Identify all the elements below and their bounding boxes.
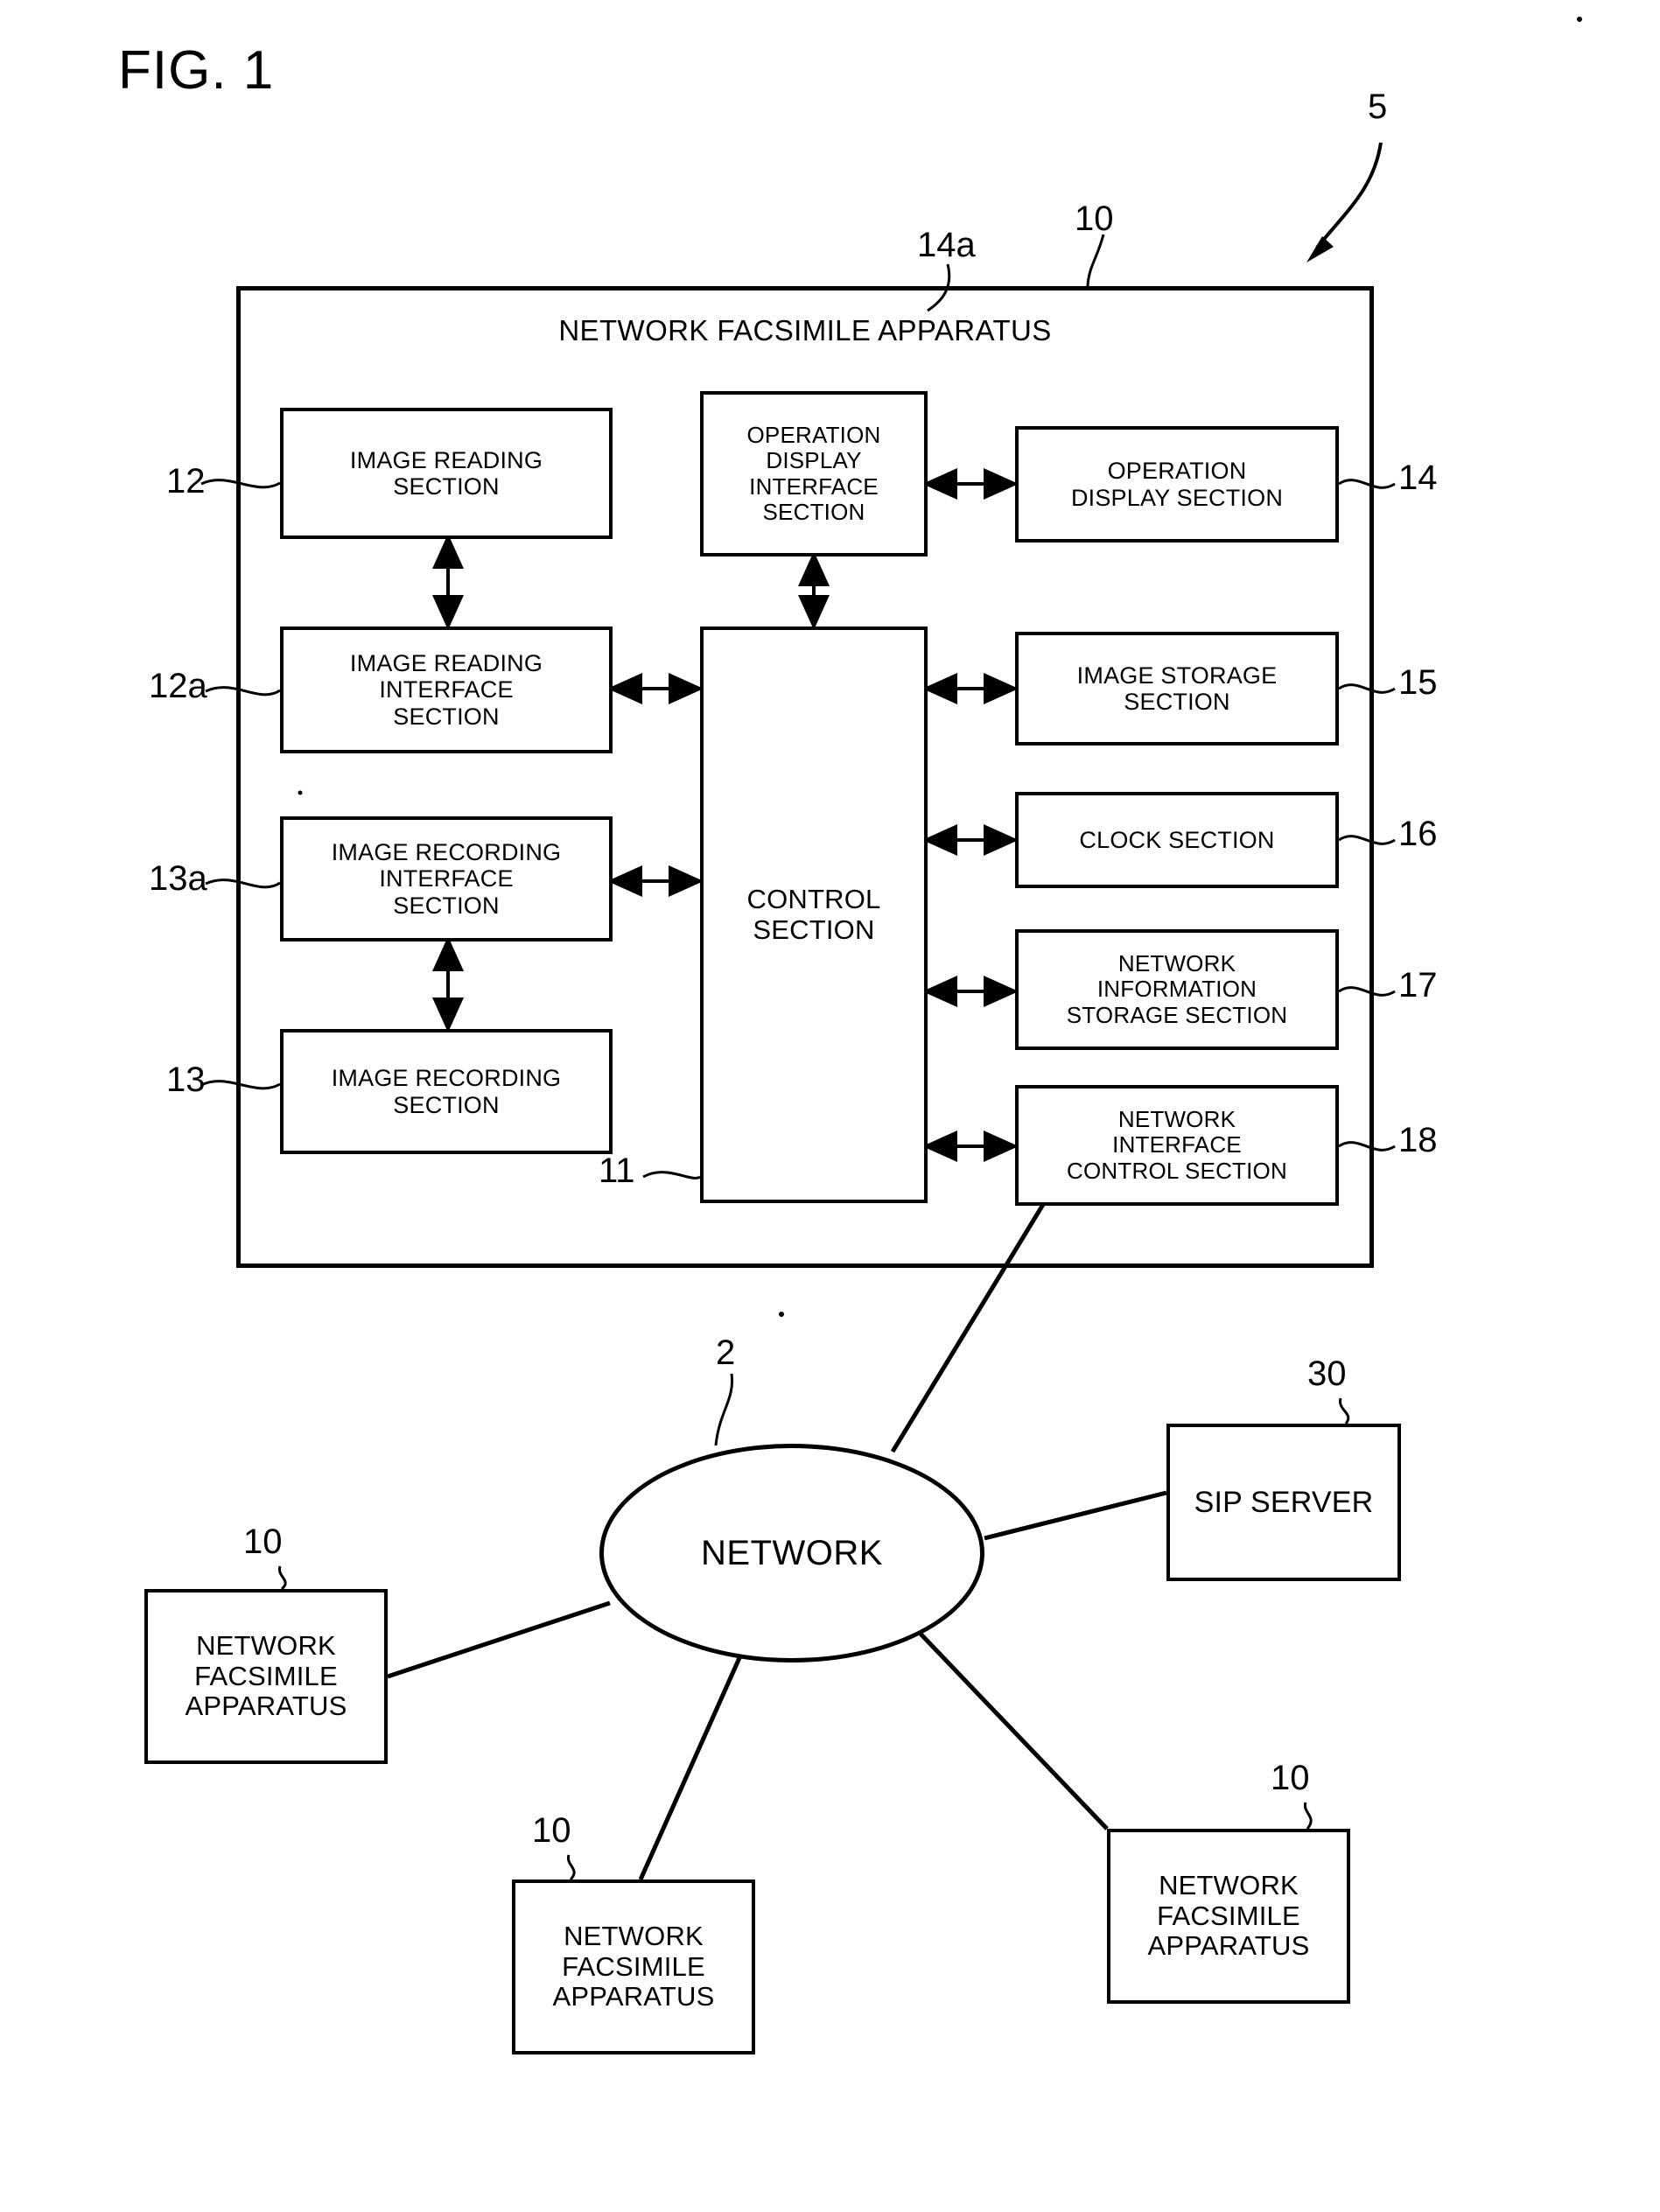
ref-image-recording-13: 13: [166, 1060, 206, 1099]
ref-fax-left-10: 10: [243, 1522, 283, 1561]
ref-control-section-11: 11: [599, 1152, 635, 1190]
ref-fax-bottom-right-10: 10: [1271, 1759, 1310, 1797]
node-sip-server[interactable]: SIP SERVER: [1166, 1424, 1401, 1581]
figure-canvas: FIG. 1 NETWORK FACSIMILE APPARATUS IMAGE…: [0, 0, 1660, 2212]
ref-network-information-storage-17: 17: [1398, 966, 1438, 1004]
block-image-recording-section[interactable]: IMAGE RECORDING SECTION: [280, 1029, 613, 1154]
node-label: NETWORK FACSIMILE APPARATUS: [185, 1629, 347, 1722]
block-clock-section[interactable]: CLOCK SECTION: [1015, 792, 1339, 888]
block-image-reading-section[interactable]: IMAGE READING SECTION: [280, 408, 613, 539]
node-network-facsimile-apparatus-left[interactable]: NETWORK FACSIMILE APPARATUS: [144, 1589, 388, 1764]
block-operation-display-interface-section[interactable]: OPERATION DISPLAY INTERFACE SECTION: [700, 391, 928, 556]
block-label: IMAGE RECORDING SECTION: [331, 1065, 562, 1118]
block-label: OPERATION DISPLAY INTERFACE SECTION: [746, 422, 881, 525]
block-control-section[interactable]: CONTROL SECTION: [700, 626, 928, 1203]
network-label: NETWORK: [701, 1533, 883, 1572]
block-label: NETWORK INFORMATION STORAGE SECTION: [1066, 950, 1288, 1028]
ref-clock-16: 16: [1398, 815, 1438, 853]
block-label: IMAGE STORAGE SECTION: [1076, 662, 1278, 715]
ref-operation-display-interface-14a: 14a: [917, 226, 976, 264]
apparatus-caption: NETWORK FACSIMILE APPARATUS: [558, 314, 1052, 346]
node-network-facsimile-apparatus-bottom-right[interactable]: NETWORK FACSIMILE APPARATUS: [1107, 1829, 1350, 2004]
network-cloud[interactable]: NETWORK: [599, 1444, 984, 1662]
ref-operation-display-14: 14: [1398, 458, 1438, 497]
block-network-interface-control-section[interactable]: NETWORK INTERFACE CONTROL SECTION: [1015, 1085, 1339, 1206]
block-label: IMAGE RECORDING INTERFACE SECTION: [331, 839, 562, 919]
ref-sip-server-30: 30: [1307, 1354, 1347, 1393]
block-image-reading-interface-section[interactable]: IMAGE READING INTERFACE SECTION: [280, 626, 613, 753]
block-image-recording-interface-section[interactable]: IMAGE RECORDING INTERFACE SECTION: [280, 816, 613, 942]
ref-network-interface-control-18: 18: [1398, 1121, 1438, 1159]
node-label: SIP SERVER: [1194, 1485, 1374, 1519]
block-label: OPERATION DISPLAY SECTION: [1070, 458, 1284, 511]
ref-image-reading-12: 12: [166, 462, 206, 500]
block-label: CLOCK SECTION: [1079, 826, 1275, 853]
block-network-information-storage-section[interactable]: NETWORK INFORMATION STORAGE SECTION: [1015, 929, 1339, 1050]
block-operation-display-section[interactable]: OPERATION DISPLAY SECTION: [1015, 426, 1339, 542]
block-label: IMAGE READING SECTION: [349, 446, 543, 500]
block-label: NETWORK INTERFACE CONTROL SECTION: [1067, 1106, 1287, 1184]
ref-image-reading-interface-12a: 12a: [149, 667, 207, 705]
ref-apparatus-10: 10: [1075, 200, 1114, 238]
node-network-facsimile-apparatus-bottom-center[interactable]: NETWORK FACSIMILE APPARATUS: [512, 1880, 755, 2054]
node-label: NETWORK FACSIMILE APPARATUS: [552, 1920, 715, 2012]
ref-network-2: 2: [716, 1334, 736, 1372]
ref-system-5: 5: [1368, 88, 1388, 126]
block-label: CONTROL SECTION: [746, 883, 881, 945]
node-label: NETWORK FACSIMILE APPARATUS: [1147, 1869, 1310, 1962]
block-image-storage-section[interactable]: IMAGE STORAGE SECTION: [1015, 632, 1339, 746]
block-label: IMAGE READING INTERFACE SECTION: [349, 650, 543, 730]
ref-fax-bottom-center-10: 10: [532, 1811, 571, 1850]
ref-image-recording-interface-13a: 13a: [149, 859, 207, 898]
ref-image-storage-15: 15: [1398, 663, 1438, 702]
figure-title: FIG. 1: [118, 40, 275, 101]
